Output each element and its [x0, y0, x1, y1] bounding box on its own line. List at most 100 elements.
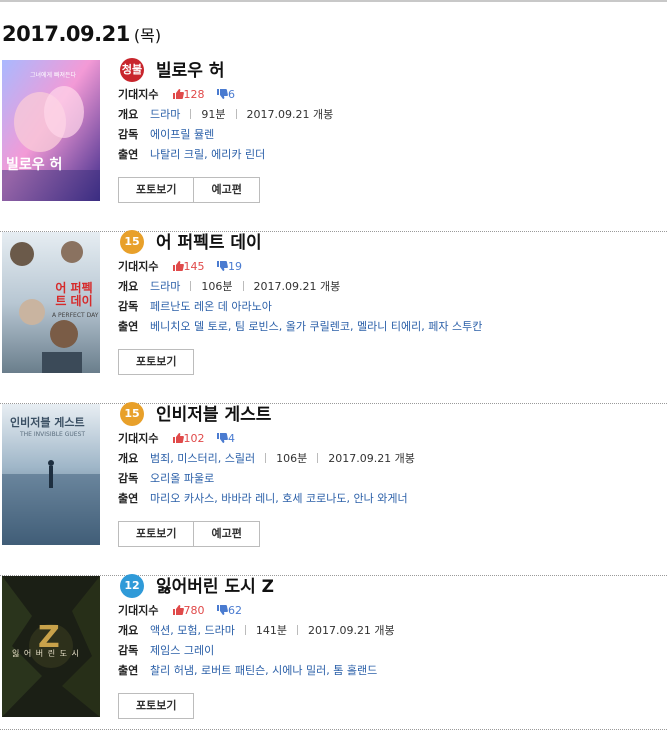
- cast-label: 출연: [118, 492, 139, 505]
- runtime: 91분: [201, 108, 226, 121]
- movie-item: Z 잃 어 버 린 도 시 12 잃어버린 도시 Z 기대지수 780 62 개…: [0, 574, 667, 734]
- top-border: [0, 0, 667, 2]
- like-count: 780: [183, 604, 205, 617]
- dislike-count: 4: [228, 432, 235, 445]
- like-count: 145: [183, 260, 205, 273]
- cast-label: 출연: [118, 320, 139, 333]
- divider: [242, 281, 244, 291]
- summary-row: 개요 범죄, 미스터리, 스릴러 106분 2017.09.21 개봉: [118, 450, 415, 468]
- movie-poster[interactable]: 어 퍼펙트 데이 A PERFECT DAY: [2, 232, 100, 373]
- movie-title[interactable]: 잃어버린 도시 Z: [156, 572, 274, 597]
- expect-label: 기대지수: [118, 88, 159, 101]
- genre[interactable]: 범죄, 미스터리, 스릴러: [150, 452, 255, 465]
- summary-label: 개요: [118, 280, 139, 293]
- movie-title[interactable]: 빌로우 허: [156, 56, 224, 81]
- cast-names[interactable]: 베니치오 델 토로, 팀 로빈스, 올가 쿠릴렌코, 멜라니 티에리, 페자 스…: [150, 320, 482, 333]
- director-name[interactable]: 제임스 그레이: [150, 644, 214, 657]
- summary-row: 개요 드라마 106분 2017.09.21 개봉: [118, 278, 340, 296]
- photo-button[interactable]: 포토보기: [118, 521, 195, 547]
- director-label: 감독: [118, 472, 139, 485]
- genre[interactable]: 액션, 모험, 드라마: [150, 624, 235, 637]
- action-buttons: 포토보기 예고편: [118, 177, 260, 203]
- cast-row: 출연 마리오 카사스, 바바라 레니, 호세 코로나도, 안나 와게너: [118, 490, 408, 508]
- movie-poster[interactable]: 인비저블 게스트 THE INVISIBLE GUEST: [2, 404, 100, 545]
- expect-label: 기대지수: [118, 260, 159, 273]
- cast-names[interactable]: 찰리 허냄, 로버트 패틴슨, 시에나 밀러, 톰 홀랜드: [150, 664, 377, 677]
- photo-button[interactable]: 포토보기: [118, 349, 195, 375]
- photo-button[interactable]: 포토보기: [118, 693, 195, 719]
- poster-tagline: THE INVISIBLE GUEST: [20, 431, 86, 438]
- summary-label: 개요: [118, 452, 139, 465]
- release-date: 2017.09.21: [2, 22, 130, 46]
- cast-label: 출연: [118, 664, 139, 677]
- director-row: 감독 제임스 그레이: [118, 642, 214, 660]
- release-date-info: 2017.09.21 개봉: [253, 280, 341, 293]
- director-name[interactable]: 페르난도 레온 데 아라노아: [150, 300, 272, 313]
- age-rating-badge: 청불: [120, 58, 144, 82]
- genre[interactable]: 드라마: [150, 280, 180, 293]
- photo-button[interactable]: 포토보기: [118, 177, 195, 203]
- like-button[interactable]: 780: [172, 604, 205, 617]
- director-row: 감독 에이프릴 뮬렌: [118, 126, 214, 144]
- action-buttons: 포토보기: [118, 349, 195, 375]
- director-name[interactable]: 에이프릴 뮬렌: [150, 128, 214, 141]
- summary-row: 개요 액션, 모험, 드라마 141분 2017.09.21 개봉: [118, 622, 395, 640]
- dislike-button[interactable]: 19: [216, 260, 242, 273]
- movie-title[interactable]: 인비저블 게스트: [156, 400, 271, 425]
- dislike-button[interactable]: 4: [216, 432, 235, 445]
- thumbs-up-icon: [172, 433, 184, 443]
- summary-row: 개요 드라마 91분 2017.09.21 개봉: [118, 106, 333, 124]
- dislike-button[interactable]: 62: [216, 604, 242, 617]
- dislike-count: 6: [228, 88, 235, 101]
- like-button[interactable]: 145: [172, 260, 205, 273]
- release-date-info: 2017.09.21 개봉: [328, 452, 415, 465]
- director-row: 감독 페르난도 레온 데 아라노아: [118, 298, 272, 316]
- divider: [244, 625, 246, 635]
- thumbs-up-icon: [172, 261, 184, 271]
- poster-tagline: 그녀에게 빠져든다: [30, 72, 77, 79]
- like-count: 128: [183, 88, 205, 101]
- divider: [190, 281, 192, 291]
- summary-label: 개요: [118, 108, 139, 121]
- like-button[interactable]: 128: [172, 88, 205, 101]
- divider: [296, 625, 298, 635]
- release-date-header: 2017.09.21 (목): [2, 22, 161, 46]
- age-rating-badge: 12: [120, 574, 144, 598]
- cast-names[interactable]: 나탈리 크릴, 에리카 린더: [150, 148, 265, 161]
- dislike-count: 62: [228, 604, 242, 617]
- cast-row: 출연 베니치오 델 토로, 팀 로빈스, 올가 쿠릴렌코, 멜라니 티에리, 페자…: [118, 318, 482, 336]
- runtime: 141분: [255, 624, 287, 637]
- runtime: 106분: [276, 452, 308, 465]
- thumbs-down-icon: [217, 605, 228, 615]
- genre[interactable]: 드라마: [150, 108, 180, 121]
- dislike-button[interactable]: 6: [216, 88, 235, 101]
- cast-names[interactable]: 마리오 카사스, 바바라 레니, 호세 코로나도, 안나 와게너: [150, 492, 408, 505]
- movie-title[interactable]: 어 퍼펙트 데이: [156, 228, 262, 253]
- expect-row: 기대지수 102 4: [118, 430, 235, 448]
- poster-title: 어 퍼펙트 데이: [55, 281, 93, 308]
- poster-tagline: A PERFECT DAY: [52, 312, 99, 319]
- director-label: 감독: [118, 300, 139, 313]
- cast-row: 출연 나탈리 크릴, 에리카 린더: [118, 146, 265, 164]
- action-buttons: 포토보기 예고편: [118, 521, 260, 547]
- action-buttons: 포토보기: [118, 693, 195, 719]
- director-name[interactable]: 오리올 파울로: [150, 472, 214, 485]
- movie-poster[interactable]: 그녀에게 빠져든다 빌로우 허: [2, 60, 100, 201]
- cast-label: 출연: [118, 148, 139, 161]
- runtime: 106분: [201, 280, 233, 293]
- poster-title: 잃 어 버 린 도 시: [12, 649, 80, 658]
- expect-label: 기대지수: [118, 604, 159, 617]
- movie-poster[interactable]: Z 잃 어 버 린 도 시: [2, 576, 100, 717]
- like-button[interactable]: 102: [172, 432, 205, 445]
- summary-label: 개요: [118, 624, 139, 637]
- release-weekday: (목): [133, 26, 162, 45]
- thumbs-up-icon: [172, 605, 184, 615]
- divider: [265, 453, 267, 463]
- expect-row: 기대지수 145 19: [118, 258, 242, 276]
- poster-title: 인비저블 게스트: [10, 416, 85, 429]
- trailer-button[interactable]: 예고편: [193, 177, 260, 203]
- trailer-button[interactable]: 예고편: [193, 521, 260, 547]
- thumbs-down-icon: [217, 89, 228, 99]
- separator: [0, 729, 667, 730]
- director-row: 감독 오리올 파울로: [118, 470, 214, 488]
